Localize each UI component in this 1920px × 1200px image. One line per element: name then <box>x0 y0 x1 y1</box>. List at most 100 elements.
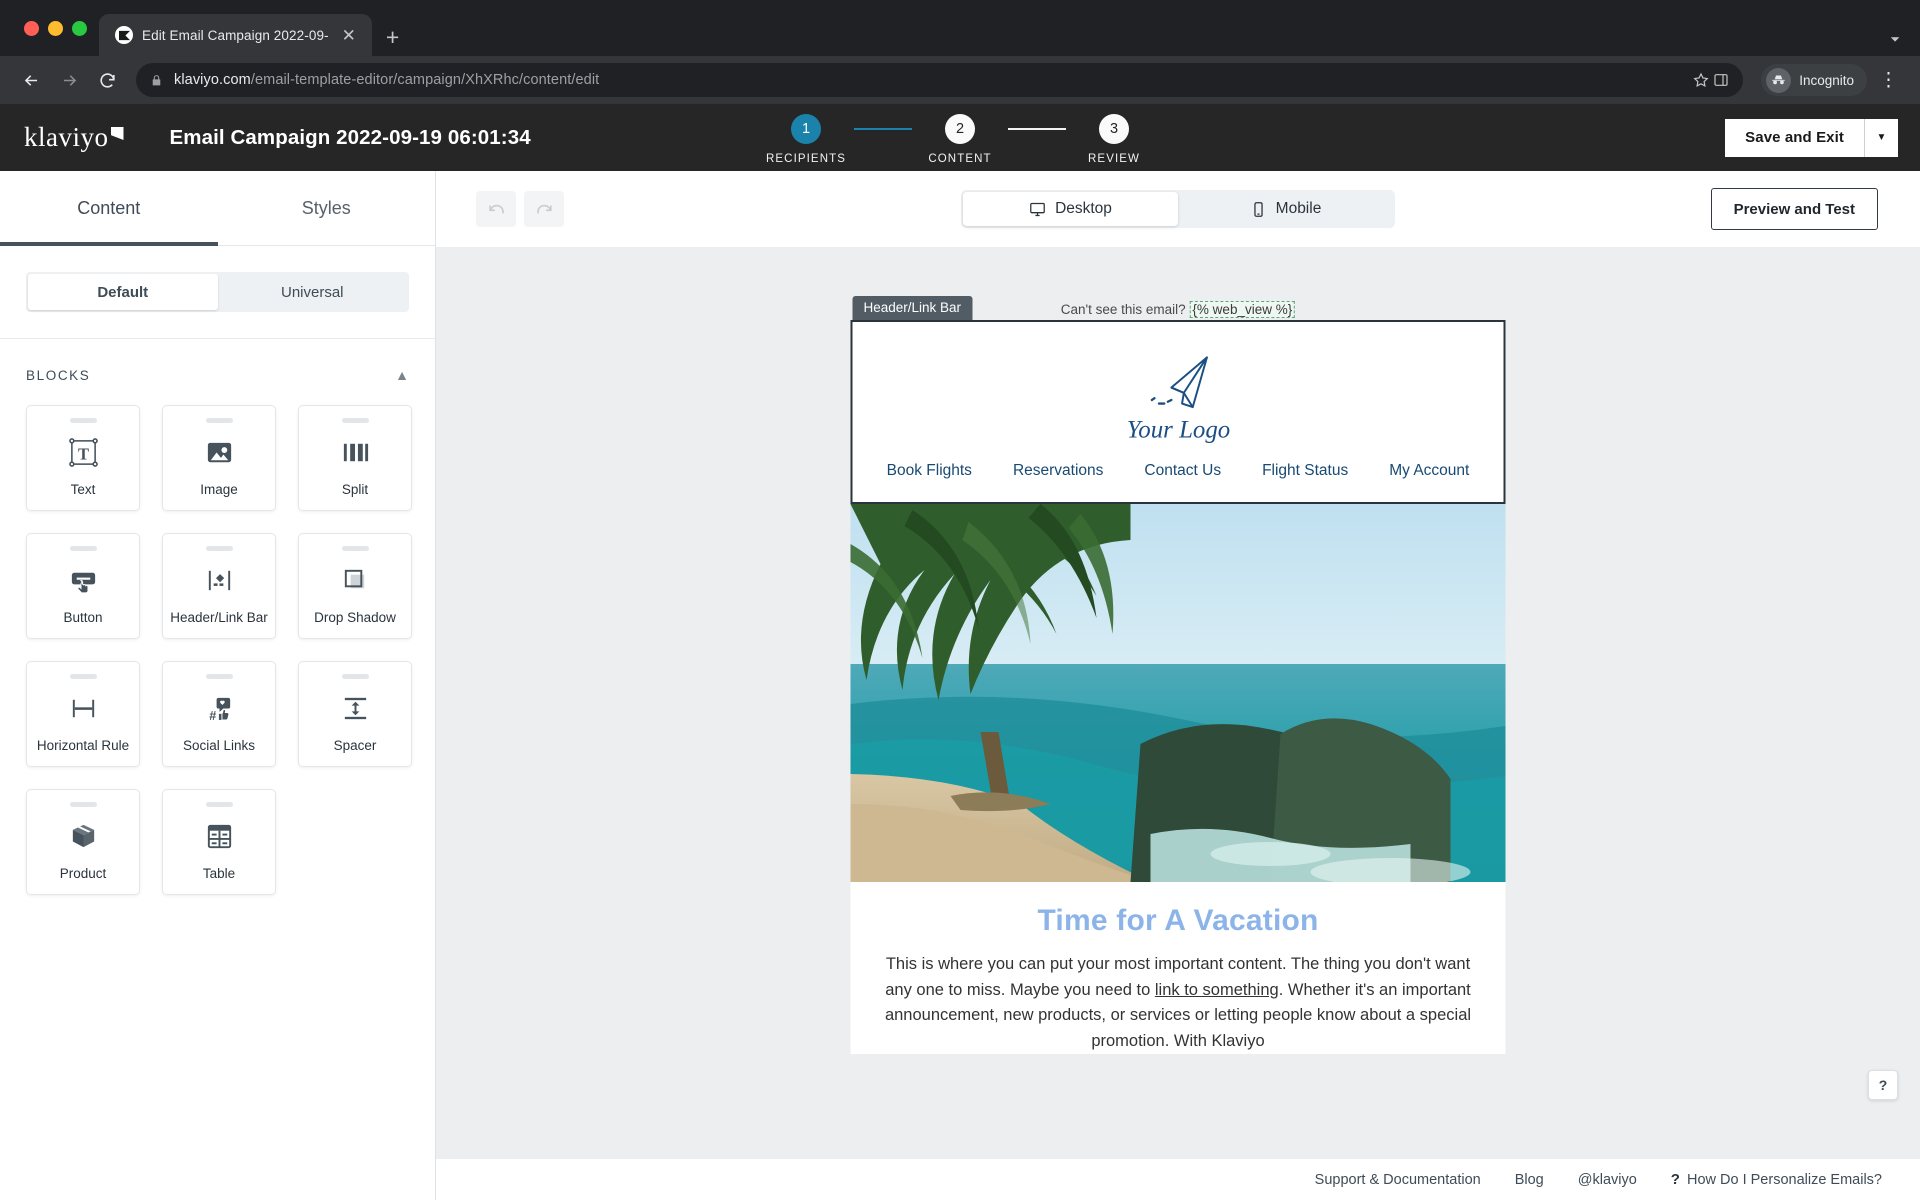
horizontal-rule-block-icon <box>68 679 99 738</box>
save-and-exit-button[interactable]: Save and Exit <box>1725 118 1864 157</box>
new-tab-button[interactable]: + <box>372 26 413 49</box>
klaviyo-favicon <box>115 26 133 44</box>
email-body: Time for A Vacation This is where you ca… <box>851 882 1506 1054</box>
lock-icon <box>150 74 163 87</box>
app-body: Content Styles Default Universal BLOCKS … <box>0 171 1920 1200</box>
email-header-link-bar-block[interactable]: Header/Link Bar Your Logo Book Flights R… <box>850 296 1506 504</box>
stepper-connector-2 <box>1008 128 1066 130</box>
block-card-spacer[interactable]: Spacer <box>298 661 412 767</box>
email-nav-link[interactable]: Contact Us <box>1144 462 1221 480</box>
browser-window: Edit Email Campaign 2022-09- ✕ + ⏷ klavi… <box>0 0 1920 1200</box>
web-view-prefix: Can't see this email? <box>1060 302 1186 317</box>
email-paragraph[interactable]: This is where you can put your most impo… <box>877 952 1480 1054</box>
email-nav-link[interactable]: Reservations <box>1013 462 1103 480</box>
tab-list-chevron-icon[interactable]: ⏷ <box>1890 32 1900 47</box>
blocks-section-header: BLOCKS ▲ <box>0 338 435 383</box>
help-floating-button[interactable]: ? <box>1868 1070 1898 1100</box>
email-nav-link[interactable]: Book Flights <box>887 462 972 480</box>
footer-help-label[interactable]: How Do I Personalize Emails? <box>1687 1172 1882 1188</box>
incognito-icon <box>1766 67 1792 93</box>
block-card-drop-shadow[interactable]: Drop Shadow <box>298 533 412 639</box>
tab-content[interactable]: Content <box>0 171 218 246</box>
device-mobile-button[interactable]: Mobile <box>1178 192 1393 226</box>
block-card-horizontal-rule[interactable]: Horizontal Rule <box>26 661 140 767</box>
block-label: Image <box>200 482 238 497</box>
header-link-bar-block-icon <box>204 551 235 610</box>
undo-icon[interactable] <box>476 191 516 227</box>
redo-icon[interactable] <box>524 191 564 227</box>
spacer-block-icon <box>340 679 371 738</box>
block-card-header-link-bar[interactable]: Header/Link Bar <box>162 533 276 639</box>
stepper-connector-1 <box>854 128 912 130</box>
block-card-button[interactable]: Button <box>26 533 140 639</box>
block-card-table[interactable]: Table <box>162 789 276 895</box>
klaviyo-logo-text: klaviyo <box>24 122 109 152</box>
stepper-step-content[interactable]: 2 CONTENT <box>912 114 1008 165</box>
stepper-step-recipients[interactable]: 1 RECIPIENTS <box>758 114 854 165</box>
side-panel-icon[interactable] <box>1713 72 1729 88</box>
app-header: klaviyo Email Campaign 2022-09-19 06:01:… <box>0 104 1920 171</box>
address-bar[interactable]: klaviyo.com/email-template-editor/campai… <box>136 63 1744 97</box>
sidebar-tabs: Content Styles <box>0 171 435 246</box>
web-view-liquid-tag[interactable]: {% web_view %} <box>1189 301 1296 318</box>
klaviyo-logo[interactable]: klaviyo <box>24 124 124 151</box>
email-logo[interactable]: Your Logo <box>853 322 1504 454</box>
block-card-text[interactable]: T Text <box>26 405 140 511</box>
stepper-label-2: CONTENT <box>928 153 992 165</box>
tab-close-icon[interactable]: ✕ <box>338 24 360 47</box>
window-traffic-lights <box>16 0 99 56</box>
stepper-label-3: REVIEW <box>1088 153 1140 165</box>
address-bar-actions <box>1693 72 1729 88</box>
email-nav-link[interactable]: Flight Status <box>1262 462 1348 480</box>
email-nav-links: Book Flights Reservations Contact Us Fli… <box>853 454 1504 502</box>
web-view-line: Can't see this email? {% web_view %} <box>1060 301 1296 318</box>
footer-link-twitter[interactable]: @klaviyo <box>1578 1172 1637 1188</box>
paper-plane-logo-icon: Your Logo <box>1126 356 1230 443</box>
block-label: Social Links <box>182 738 256 753</box>
reload-button[interactable] <box>90 63 124 97</box>
block-card-image[interactable]: Image <box>162 405 276 511</box>
template-scope-segment: Default Universal <box>26 272 409 312</box>
editor-canvas-area: Desktop Mobile Preview and Test Can't se… <box>436 171 1920 1200</box>
desktop-icon <box>1030 202 1045 216</box>
bookmark-star-icon[interactable] <box>1693 72 1709 88</box>
minimize-window-button[interactable] <box>48 20 63 36</box>
stepper-step-review[interactable]: 3 REVIEW <box>1066 114 1162 165</box>
block-label: Split <box>341 482 369 497</box>
email-nav-link[interactable]: My Account <box>1389 462 1469 480</box>
page-title: Email Campaign 2022-09-19 06:01:34 <box>169 125 531 149</box>
tab-styles[interactable]: Styles <box>218 171 436 245</box>
block-card-product[interactable]: Product <box>26 789 140 895</box>
block-card-social-links[interactable]: # Social Links <box>162 661 276 767</box>
segment-default[interactable]: Default <box>28 274 218 310</box>
product-block-icon <box>68 807 99 866</box>
campaign-stepper: 1 RECIPIENTS 2 CONTENT 3 REVIEW <box>758 114 1162 165</box>
device-desktop-label: Desktop <box>1055 200 1112 217</box>
split-block-icon <box>340 423 371 482</box>
footer-link-support[interactable]: Support & Documentation <box>1315 1172 1481 1188</box>
block-card-split[interactable]: Split <box>298 405 412 511</box>
save-and-exit-dropdown-chevron-icon[interactable]: ▼ <box>1864 118 1898 157</box>
canvas-toolbar: Desktop Mobile Preview and Test <box>436 171 1920 248</box>
back-button[interactable] <box>14 63 48 97</box>
incognito-profile-button[interactable]: Incognito <box>1761 64 1867 96</box>
email-body-link[interactable]: link to something <box>1155 981 1279 999</box>
drop-shadow-block-icon <box>340 551 371 610</box>
footer-link-blog[interactable]: Blog <box>1515 1172 1544 1188</box>
block-label: Drop Shadow <box>314 610 396 625</box>
browser-menu-icon[interactable]: ⋮ <box>1871 71 1906 90</box>
canvas-scroll-region[interactable]: Can't see this email? {% web_view %} Hea… <box>436 248 1920 1158</box>
preview-and-test-button[interactable]: Preview and Test <box>1710 188 1878 230</box>
forward-button[interactable] <box>52 63 86 97</box>
segment-universal[interactable]: Universal <box>218 274 408 310</box>
close-window-button[interactable] <box>24 20 39 36</box>
blocks-collapse-chevron-up-icon[interactable]: ▲ <box>395 367 409 383</box>
email-heading[interactable]: Time for A Vacation <box>877 904 1480 952</box>
email-hero-image[interactable] <box>850 504 1506 882</box>
footer-help-link[interactable]: ? How Do I Personalize Emails? <box>1671 1171 1882 1188</box>
browser-tab[interactable]: Edit Email Campaign 2022-09- ✕ <box>99 14 372 56</box>
device-desktop-button[interactable]: Desktop <box>963 192 1178 226</box>
selected-block-label: Header/Link Bar <box>852 296 973 320</box>
maximize-window-button[interactable] <box>72 20 87 36</box>
block-label: Horizontal Rule <box>36 738 130 753</box>
